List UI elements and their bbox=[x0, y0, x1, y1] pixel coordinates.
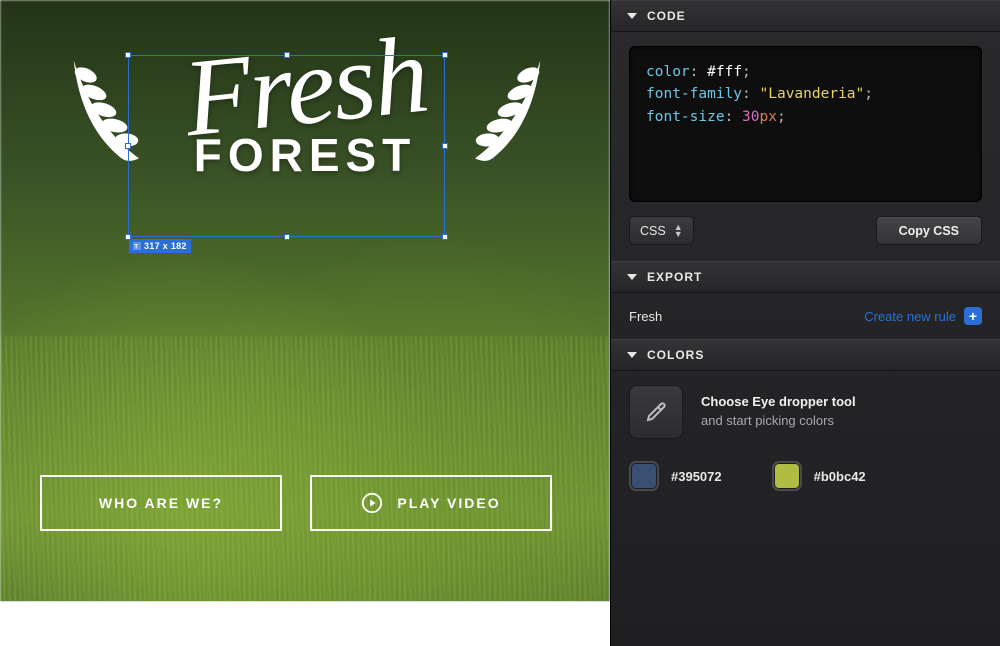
create-new-rule-link[interactable]: Create new rule + bbox=[864, 307, 982, 325]
section-title: EXPORT bbox=[647, 270, 702, 284]
color-swatch bbox=[772, 461, 802, 491]
play-icon bbox=[361, 492, 383, 514]
design-canvas[interactable]: Fresh FOREST T 317 x 182 WHO ARE WE? PLA… bbox=[0, 0, 610, 646]
export-layer-name: Fresh bbox=[629, 309, 662, 324]
section-header-code[interactable]: CODE bbox=[611, 0, 1000, 32]
section-header-export[interactable]: EXPORT bbox=[611, 261, 1000, 293]
text-layer-icon: T bbox=[133, 242, 141, 250]
color-hex-label: #b0bc42 bbox=[814, 469, 866, 484]
who-are-we-button[interactable]: WHO ARE WE? bbox=[40, 475, 282, 531]
disclosure-triangle-icon bbox=[627, 13, 637, 19]
svg-text:T: T bbox=[134, 243, 138, 250]
code-preview[interactable]: color: #fff; font-family: "Lavanderia"; … bbox=[629, 46, 982, 202]
eyedropper-icon bbox=[644, 400, 668, 424]
section-title: COLORS bbox=[647, 348, 704, 362]
disclosure-triangle-icon bbox=[627, 352, 637, 358]
section-header-colors[interactable]: COLORS bbox=[611, 339, 1000, 371]
eyedropper-hint: Choose Eye dropper tool and start pickin… bbox=[701, 393, 856, 431]
updown-icon: ▲▼ bbox=[674, 224, 683, 238]
copy-css-button[interactable]: Copy CSS bbox=[876, 216, 982, 245]
plus-icon: + bbox=[964, 307, 982, 325]
color-swatch-item[interactable]: #395072 bbox=[629, 461, 722, 491]
color-swatch-item[interactable]: #b0bc42 bbox=[772, 461, 866, 491]
selection-size-badge: T 317 x 182 bbox=[129, 239, 191, 253]
disclosure-triangle-icon bbox=[627, 274, 637, 280]
inspector-panel: CODE color: #fff; font-family: "Lavander… bbox=[610, 0, 1000, 646]
canvas-bottom-strip bbox=[0, 601, 610, 646]
selection-box[interactable]: T 317 x 182 bbox=[128, 55, 445, 237]
color-hex-label: #395072 bbox=[671, 469, 722, 484]
eyedropper-tool-button[interactable] bbox=[629, 385, 683, 439]
code-format-select[interactable]: CSS ▲▼ bbox=[629, 216, 694, 245]
play-video-button[interactable]: PLAY VIDEO bbox=[310, 475, 552, 531]
color-swatch bbox=[629, 461, 659, 491]
section-title: CODE bbox=[647, 9, 686, 23]
